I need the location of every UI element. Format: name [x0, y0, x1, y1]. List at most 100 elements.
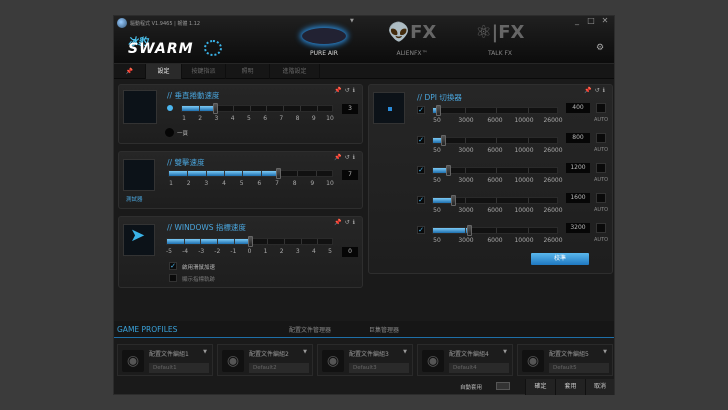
device-label: TALK FX	[487, 50, 513, 57]
maximize-button[interactable]: □	[584, 16, 598, 28]
device-talkfx[interactable]: ⚛|FX TALK FX	[460, 22, 540, 57]
dpi-value[interactable]: 400	[566, 103, 590, 113]
device-pure-air[interactable]: PURE AIR	[284, 22, 364, 57]
apply-button[interactable]: 套用	[555, 379, 585, 395]
slider-tick	[496, 138, 497, 143]
dpi-value[interactable]: 800	[566, 133, 590, 143]
profile-name: 配置文件編組1	[149, 351, 189, 358]
dpi-slider[interactable]	[432, 225, 558, 236]
dpi-value[interactable]: 1600	[566, 193, 590, 203]
header: 驅動程式 V1.9465 | 韌體 1.12 冰豹 SWARM PURE AIR…	[114, 16, 614, 63]
slider-knob[interactable]	[445, 165, 451, 176]
slider-tick	[496, 228, 497, 233]
dpi-slider[interactable]	[432, 165, 558, 176]
double-click-value[interactable]: 7	[342, 170, 358, 180]
profile-avatar-icon: ◉	[322, 350, 344, 372]
slider-fill	[433, 168, 446, 173]
dpi-slider[interactable]	[432, 195, 558, 206]
profile-card[interactable]: ◉ 配置文件編組4 ▼ Default4	[417, 344, 513, 376]
panel-actions[interactable]: 📌↺ℹ	[584, 87, 608, 94]
scroll-speed-slider[interactable]	[181, 103, 333, 114]
dpi-auto-checkbox[interactable]	[596, 133, 606, 143]
profile-default-field[interactable]: Default1	[149, 363, 209, 373]
profile-default-field[interactable]: Default5	[549, 363, 609, 373]
close-button[interactable]: ✕	[598, 16, 612, 28]
chevron-down-icon[interactable]: ▼	[603, 349, 607, 355]
dpi-value[interactable]: 3200	[566, 223, 590, 233]
panel-actions[interactable]: 📌↺ℹ	[334, 219, 358, 226]
trail-label: 顯示指標軌跡	[182, 277, 216, 283]
auto-apply-toggle[interactable]	[496, 382, 510, 390]
ok-button[interactable]: 確定	[525, 379, 555, 395]
gear-icon[interactable]: ⚙	[596, 43, 604, 53]
slider-tick-label: 2	[198, 115, 203, 122]
dpi-enable-checkbox[interactable]: ✓	[417, 226, 425, 234]
slider-knob[interactable]	[276, 168, 281, 179]
radio-page[interactable]	[165, 128, 174, 137]
dpi-slider[interactable]	[432, 105, 558, 116]
panel-actions[interactable]: 📌↺ℹ	[334, 87, 358, 94]
double-click-slider[interactable]	[168, 168, 333, 179]
profile-card[interactable]: ◉ 配置文件編組3 ▼ Default3	[317, 344, 413, 376]
cancel-button[interactable]: 取消	[585, 379, 614, 395]
tab-profile-manager[interactable]: 配置文件管理器	[289, 325, 331, 334]
slider-knob[interactable]	[247, 236, 253, 247]
profile-card[interactable]: ◉ 配置文件編組2 ▼ Default2	[217, 344, 313, 376]
slider-tick	[496, 198, 497, 203]
profile-card[interactable]: ◉ 配置文件編組5 ▼ Default5	[517, 344, 613, 376]
dpi-tick-label: 50	[433, 207, 441, 214]
chevron-down-icon[interactable]: ▼	[303, 349, 307, 355]
pointer-speed-value[interactable]: 0	[342, 247, 358, 257]
slider-tick	[464, 138, 466, 143]
slider-knob[interactable]	[450, 195, 456, 206]
chevron-down-icon[interactable]: ▼	[403, 349, 407, 355]
dpi-enable-checkbox[interactable]: ✓	[417, 136, 425, 144]
slider-knob[interactable]	[440, 135, 446, 146]
device-dropdown-icon[interactable]: ▼	[350, 18, 354, 24]
dpi-auto-checkbox[interactable]	[596, 223, 606, 233]
tab-button-assignment[interactable]: 按鍵指派	[182, 64, 226, 79]
calibrate-button[interactable]: 校準	[531, 253, 589, 265]
accel-checkbox[interactable]: ✓	[169, 262, 177, 270]
tab-settings[interactable]: 設定	[146, 64, 182, 79]
slider-knob[interactable]	[212, 103, 218, 114]
panel-actions[interactable]: 📌↺ℹ	[334, 154, 358, 161]
profile-default-field[interactable]: Default4	[449, 363, 509, 373]
chevron-down-icon[interactable]: ▼	[203, 349, 207, 355]
dpi-tick-label: 3000	[458, 177, 474, 184]
minimize-button[interactable]: _	[570, 16, 584, 28]
tab-macro-manager[interactable]: 巨集管理器	[369, 325, 399, 334]
trail-checkbox[interactable]	[169, 274, 177, 282]
tab-lighting[interactable]: 照明	[226, 64, 270, 79]
profile-avatar-icon: ◉	[522, 350, 544, 372]
profile-default-field[interactable]: Default3	[349, 363, 409, 373]
dpi-enable-checkbox[interactable]: ✓	[417, 106, 425, 114]
scroll-speed-value[interactable]: 3	[342, 104, 358, 114]
pointer-speed-slider[interactable]	[166, 236, 333, 247]
dpi-enable-checkbox[interactable]: ✓	[417, 166, 425, 174]
tab-advanced[interactable]: 進階設定	[270, 64, 320, 79]
chevron-down-icon[interactable]: ▼	[503, 349, 507, 355]
tester-link[interactable]: 測試器	[126, 195, 143, 203]
profile-card[interactable]: ◉ 配置文件編組1 ▼ Default1	[117, 344, 213, 376]
dpi-value[interactable]: 1200	[566, 163, 590, 173]
dpi-auto-checkbox[interactable]	[596, 103, 606, 113]
dpi-auto-checkbox[interactable]	[596, 193, 606, 203]
radio-lines[interactable]	[167, 105, 173, 111]
dpi-auto-checkbox[interactable]	[596, 163, 606, 173]
slider-knob[interactable]	[467, 225, 473, 236]
dpi-enable-checkbox[interactable]: ✓	[417, 196, 425, 204]
profile-default-field[interactable]: Default2	[249, 363, 309, 373]
slider-tick-label: -2	[214, 248, 221, 255]
game-profiles-title: GAME PROFILES	[117, 325, 178, 334]
slider-tick	[527, 228, 529, 233]
slider-tick-label: 1	[182, 115, 186, 122]
pin-tab-icon[interactable]: 📌	[114, 64, 146, 79]
dpi-tick-label: 6000	[487, 207, 503, 214]
slider-knob[interactable]	[435, 105, 441, 116]
roccat-logo-icon	[117, 18, 127, 28]
dpi-slider[interactable]	[432, 135, 558, 146]
device-alienfx[interactable]: 👽FX ALIENFX™	[372, 22, 452, 57]
slider-tick	[527, 138, 529, 143]
slider-tick-label: 6	[263, 115, 268, 122]
